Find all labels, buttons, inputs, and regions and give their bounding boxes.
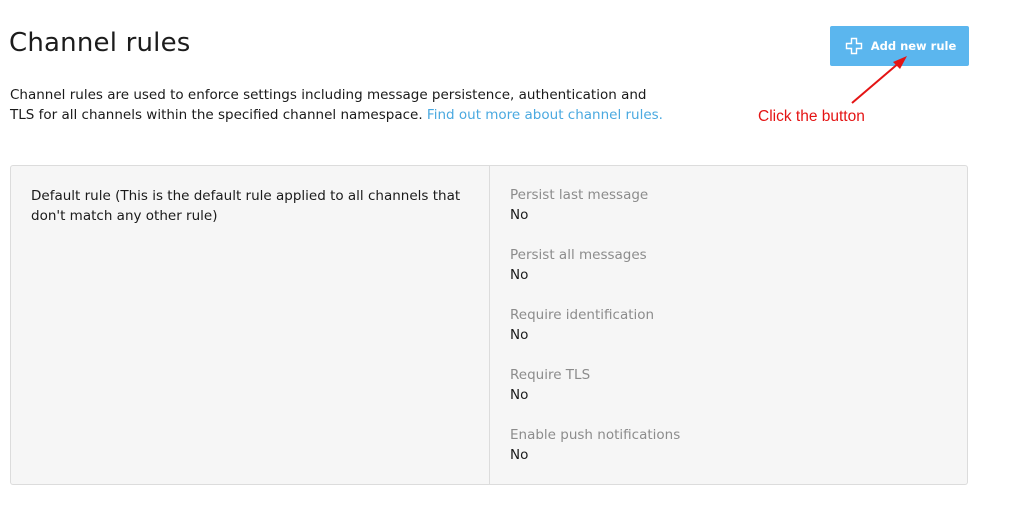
setting-value: No <box>510 387 529 403</box>
setting-value: No <box>510 327 529 343</box>
setting-require-identification: Require identification No <box>510 305 947 345</box>
annotation-label: Click the button <box>758 108 865 125</box>
setting-persist-last-message: Persist last message No <box>510 185 947 225</box>
setting-enable-push-notifications: Enable push notifications No <box>510 425 947 465</box>
setting-label: Require TLS <box>510 367 591 383</box>
setting-value: No <box>510 207 529 223</box>
setting-require-tls: Require TLS No <box>510 365 947 405</box>
default-rule-card: Default rule (This is the default rule a… <box>10 165 968 485</box>
rule-description: Default rule (This is the default rule a… <box>11 166 490 484</box>
setting-value: No <box>510 447 529 463</box>
setting-persist-all-messages: Persist all messages No <box>510 245 947 285</box>
rule-settings: Persist last message No Persist all mess… <box>490 166 967 484</box>
setting-value: No <box>510 267 529 283</box>
setting-label: Require identification <box>510 307 655 323</box>
setting-label: Enable push notifications <box>510 427 681 443</box>
intro-paragraph: Channel rules are used to enforce settin… <box>10 85 670 125</box>
page-title: Channel rules <box>9 28 191 58</box>
channel-rules-link[interactable]: Find out more about channel rules. <box>427 107 663 123</box>
arrow-icon <box>851 56 907 104</box>
setting-label: Persist all messages <box>510 247 647 263</box>
setting-label: Persist last message <box>510 187 649 203</box>
